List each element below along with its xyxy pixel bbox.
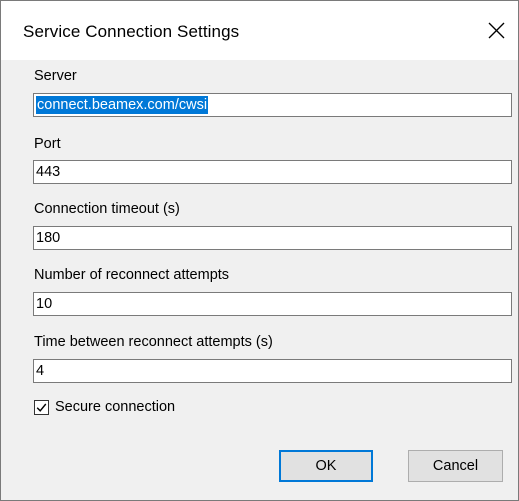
close-icon — [488, 22, 505, 39]
title-bar: Service Connection Settings — [1, 1, 518, 60]
cancel-button[interactable]: Cancel — [408, 450, 503, 482]
close-button[interactable] — [474, 11, 518, 51]
checkmark-icon — [36, 403, 47, 412]
reconnect-interval-label: Time between reconnect attempts (s) — [34, 334, 273, 350]
connection-timeout-label: Connection timeout (s) — [34, 201, 180, 217]
secure-connection-checkbox[interactable] — [34, 400, 49, 415]
reconnect-attempts-input[interactable]: 10 — [33, 292, 512, 316]
secure-connection-label: Secure connection — [55, 399, 176, 415]
reconnect-interval-input[interactable]: 4 — [33, 359, 512, 383]
port-label: Port — [34, 136, 61, 152]
port-input[interactable]: 443 — [33, 160, 512, 184]
server-label: Server — [34, 68, 77, 84]
service-connection-settings-dialog: Service Connection Settings Server conne… — [0, 0, 519, 501]
reconnect-attempts-label: Number of reconnect attempts — [34, 267, 230, 283]
connection-timeout-input[interactable]: 180 — [33, 226, 512, 250]
dialog-body: Server connect.beamex.com/cwsi Port 443 … — [1, 60, 518, 500]
ok-button[interactable]: OK — [279, 450, 373, 482]
server-input[interactable]: connect.beamex.com/cwsi — [33, 93, 512, 117]
dialog-title: Service Connection Settings — [23, 22, 240, 41]
server-value: connect.beamex.com/cwsi — [36, 96, 209, 114]
